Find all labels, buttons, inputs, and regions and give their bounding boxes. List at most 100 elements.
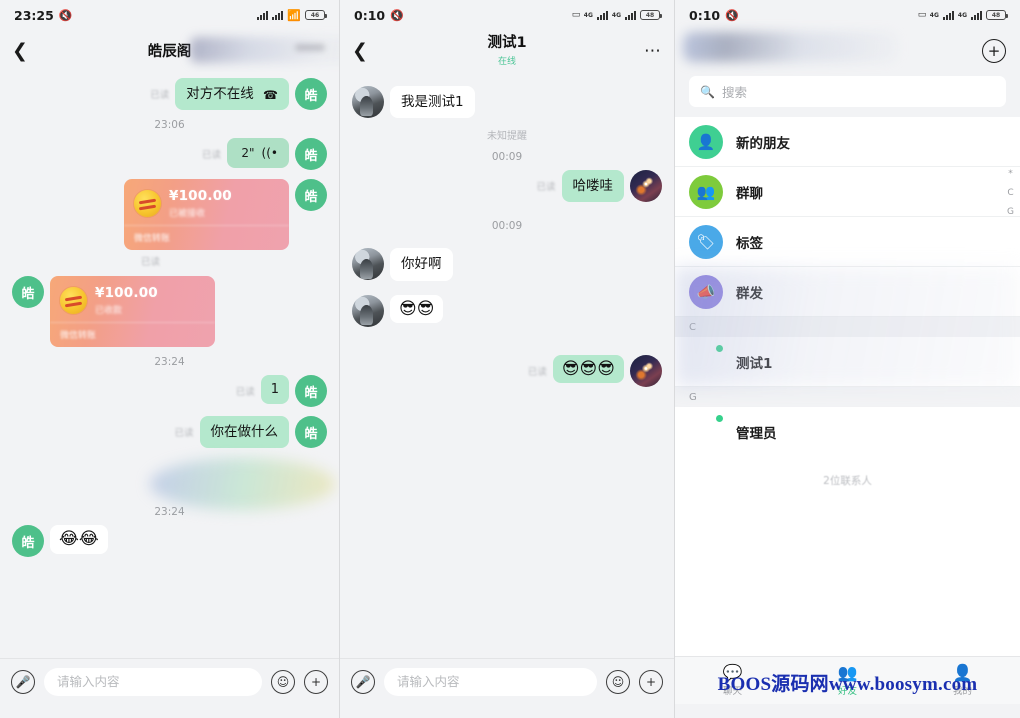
alpha-index-item[interactable]: * bbox=[1008, 169, 1013, 179]
message-timestamp: 00:09 bbox=[491, 220, 523, 233]
new-friend-icon: 👤 bbox=[689, 124, 723, 159]
status-left-group: 23:25 🔇 bbox=[14, 8, 73, 23]
status-right-group: ▭ 4G 4G 48 bbox=[571, 10, 662, 20]
home-indicator bbox=[675, 704, 1020, 718]
microphone-icon[interactable]: 🎤 bbox=[11, 669, 35, 694]
message-bubble[interactable]: 😎😎 bbox=[390, 294, 444, 324]
status-right-group: ▭ 4G 4G 48 bbox=[918, 10, 1008, 20]
chat-input-bar-middle: 🎤 ☺ + bbox=[340, 658, 674, 704]
status-right-group: 📶 46 bbox=[257, 9, 327, 22]
phone-panel-contacts: 0:10 🔇 ▭ 4G 4G 48 + 🔍 搜索 👤 新的朋友 👥 群聊 🏷 标… bbox=[675, 0, 1020, 718]
message-bubble[interactable]: 对方不在线 ☎ bbox=[175, 78, 289, 111]
voice-message-bubble[interactable]: 2" ((• bbox=[227, 138, 289, 169]
contacts-header: + bbox=[675, 30, 1020, 72]
search-input[interactable]: 🔍 搜索 bbox=[689, 76, 1006, 107]
contact-row-admin[interactable]: 管理员 bbox=[675, 407, 1020, 457]
plus-circle-icon[interactable]: + bbox=[982, 39, 1006, 63]
message-row: 已读 1 皓 bbox=[12, 375, 327, 408]
read-status: 已读 bbox=[150, 90, 170, 102]
alpha-index-item[interactable]: G bbox=[1007, 207, 1014, 217]
back-chevron-icon[interactable]: ❮ bbox=[352, 41, 374, 61]
chat-body-left: 已读 对方不在线 ☎ 皓 23:06 已读 2" ((• 皓 ¥100.00 已… bbox=[0, 72, 339, 658]
status-left-group: 0:10 🔇 bbox=[689, 8, 739, 23]
transfer-card[interactable]: ¥100.00 已被接收 微信转账 bbox=[124, 179, 289, 251]
contacts-entry-new-friend[interactable]: 👤 新的朋友 bbox=[675, 117, 1020, 167]
read-status-wrap: 已读 bbox=[12, 254, 284, 268]
avatar[interactable] bbox=[352, 86, 384, 118]
network-label: 4G bbox=[583, 11, 593, 19]
message-bubble[interactable]: 哈喽哇 bbox=[561, 170, 624, 203]
phone-panel-chat-test1: 0:10 🔇 ▭ 4G 4G 48 ❮ 测试1 在线 ⋯ 我是测试1 未知提醒 … bbox=[340, 0, 675, 718]
tab-label: 我的 bbox=[952, 685, 972, 697]
message-input[interactable] bbox=[384, 667, 597, 696]
message-bubble[interactable]: 1 bbox=[260, 375, 289, 405]
signal-icon-2 bbox=[625, 10, 636, 20]
message-bubble[interactable]: 你好啊 bbox=[390, 248, 453, 281]
avatar[interactable]: 皓 bbox=[295, 78, 327, 110]
message-row: ¥100.00 已被接收 微信转账 皓 bbox=[12, 179, 327, 251]
read-status: 已读 bbox=[201, 150, 221, 162]
tab-profile[interactable]: 👤 我的 bbox=[905, 657, 1020, 704]
transfer-card[interactable]: ¥100.00 已收款 微信转账 bbox=[50, 276, 215, 348]
blur-smear-chat bbox=[150, 458, 335, 510]
avatar[interactable]: 皓 bbox=[295, 179, 327, 212]
message-bubble[interactable]: 我是测试1 bbox=[390, 86, 475, 119]
mute-icon: 🔇 bbox=[390, 8, 404, 22]
smiley-icon[interactable]: ☺ bbox=[271, 669, 295, 694]
message-bubble[interactable]: 😂😂 bbox=[50, 525, 108, 554]
contacts-entry-tag[interactable]: 🏷 标签 bbox=[675, 217, 1020, 267]
search-bar-wrap: 🔍 搜索 bbox=[675, 72, 1020, 117]
network-label-2: 4G bbox=[957, 11, 967, 19]
signal-icon bbox=[942, 10, 954, 20]
contacts-count-note: 2位联系人 bbox=[823, 475, 872, 487]
avatar[interactable] bbox=[630, 354, 662, 387]
message-bubble[interactable]: 你在做什么 bbox=[199, 416, 289, 449]
message-row: 已读 2" ((• 皓 bbox=[12, 138, 327, 171]
read-status: 已读 bbox=[235, 387, 255, 399]
avatar[interactable]: 皓 bbox=[295, 375, 327, 408]
avatar[interactable]: 皓 bbox=[12, 525, 44, 558]
transfer-footer: 微信转账 bbox=[124, 225, 289, 250]
chat-header-left: ❮ 皓辰阁 bbox=[0, 30, 339, 72]
smiley-icon[interactable]: ☺ bbox=[606, 669, 630, 694]
transfer-state: 已被接收 bbox=[169, 209, 206, 220]
signal-icon bbox=[257, 10, 269, 20]
status-time: 0:10 bbox=[354, 7, 386, 23]
contacts-entry-group-chat[interactable]: 👥 群聊 bbox=[675, 167, 1020, 217]
bottom-tab-bar: 💬 聊天 👥 好友 👤 我的 BOOS源码网www.boosym.com bbox=[675, 656, 1020, 704]
back-chevron-icon[interactable]: ❮ bbox=[12, 41, 34, 61]
sim-icon: ▭ bbox=[571, 10, 581, 20]
plus-icon[interactable]: + bbox=[639, 669, 663, 694]
avatar[interactable]: 皓 bbox=[12, 276, 44, 309]
contacts-entry-label: 标签 bbox=[736, 235, 763, 252]
message-input[interactable] bbox=[44, 667, 262, 696]
transfer-footer: 微信转账 bbox=[50, 322, 215, 347]
online-status: 在线 bbox=[497, 56, 516, 67]
message-row: 皓 😂😂 bbox=[12, 525, 327, 558]
page-title: 皓辰阁 bbox=[147, 43, 192, 60]
chat-header-center: 皓辰阁 bbox=[0, 36, 339, 63]
message-row: 已读 哈喽哇 bbox=[352, 170, 662, 203]
avatar[interactable] bbox=[352, 248, 384, 281]
network-label-2: 4G bbox=[611, 11, 621, 19]
more-dots-icon[interactable]: ⋯ bbox=[644, 41, 662, 61]
chat-icon: 💬 bbox=[722, 662, 743, 682]
tab-friends[interactable]: 👥 好友 bbox=[790, 657, 905, 704]
message-row: 已读 对方不在线 ☎ 皓 bbox=[12, 78, 327, 111]
chat-body-middle: 我是测试1 未知提醒 00:09 已读 哈喽哇 00:09 你好啊 😎😎 已读 … bbox=[340, 72, 674, 658]
microphone-icon[interactable]: 🎤 bbox=[351, 669, 375, 694]
avatar[interactable] bbox=[689, 414, 724, 449]
status-time: 23:25 bbox=[14, 7, 54, 23]
battery-icon: 48 bbox=[640, 10, 662, 20]
tab-chat[interactable]: 💬 聊天 bbox=[675, 657, 790, 704]
alpha-index-item[interactable]: C bbox=[1007, 188, 1013, 198]
avatar[interactable]: 皓 bbox=[295, 138, 327, 171]
avatar[interactable] bbox=[352, 294, 384, 327]
message-timestamp: 00:09 bbox=[491, 151, 523, 164]
alphabet-index[interactable]: * C G bbox=[1007, 169, 1014, 217]
message-row: 你好啊 bbox=[352, 248, 662, 281]
avatar[interactable]: 皓 bbox=[295, 416, 327, 449]
avatar[interactable] bbox=[630, 170, 662, 203]
plus-icon[interactable]: + bbox=[304, 669, 328, 694]
message-bubble[interactable]: 😎😎😎 bbox=[552, 354, 624, 384]
